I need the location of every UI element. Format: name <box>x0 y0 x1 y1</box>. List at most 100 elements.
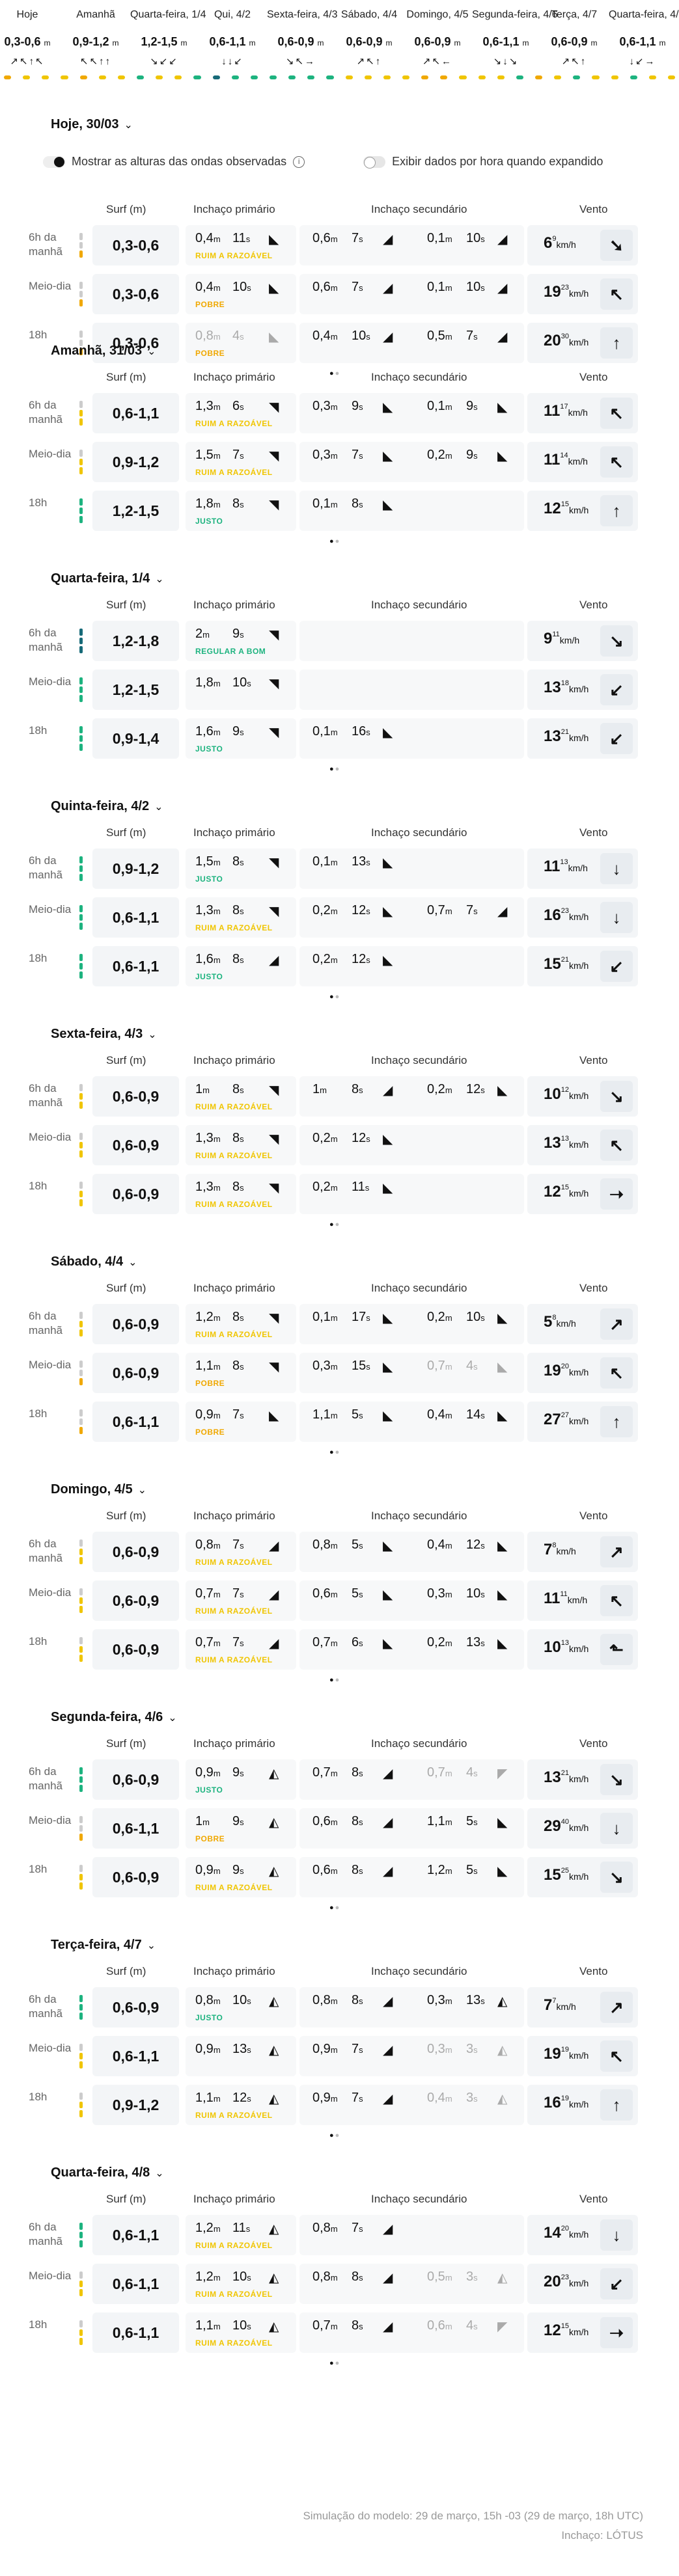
pagination-dots[interactable]: ●● <box>329 2359 340 2367</box>
observed-toggle[interactable] <box>43 156 65 168</box>
day-header[interactable]: Quinta-feira, 4/2 ⌄ <box>51 799 163 814</box>
dot-active[interactable]: ● <box>329 765 335 773</box>
forecast-row[interactable]: 18h 0,6-1,1 1,1m 10s ◭ RUIM A RAZOÁVEL 0,7m 8s ◢… <box>0 2312 679 2353</box>
dot[interactable]: ● <box>335 1676 341 1684</box>
strip-day[interactable]: Quarta-feira, 1/4 1,2-1,5 m ↘↙↙ <box>130 0 206 67</box>
dot[interactable]: ● <box>335 1448 341 1456</box>
day-header[interactable]: Segunda-feira, 4/6 ⌄ <box>51 1710 177 1725</box>
forecast-row[interactable]: 18h 0,6-1,1 1,6m 8s ◢ JUSTO 0,2m 12s ◣ 1521km/h ↙ <box>0 946 679 986</box>
forecast-row[interactable]: Meio-dia 0,6-1,1 0,9m 13s ◭ 0,9m 7s ◢ 0,3m 3s ◭ 191… <box>0 2036 679 2076</box>
dot[interactable]: ● <box>335 765 341 773</box>
rating-segment <box>79 1361 83 1368</box>
pagination-dots[interactable]: ●● <box>329 1221 340 1228</box>
primary-height: 0,8m <box>195 1538 221 1552</box>
forecast-row[interactable]: 6h da manhã 0,6-0,9 0,8m 7s ◢ RUIM A RAZOÁVEL… <box>0 1532 679 1572</box>
forecast-row[interactable]: Meio-dia 0,6-1,1 1m 9s ◭ POBRE 0,6m 8s ◢ 1,1m 5s ◣ 2… <box>0 1808 679 1849</box>
forecast-row[interactable]: 6h da manhã 0,6-0,9 0,8m 10s ◭ JUSTO 0,8m 8s ◢ 0,… <box>0 1987 679 2027</box>
dot[interactable]: ● <box>335 537 341 545</box>
wind-gust: 19 <box>561 2095 569 2102</box>
swell-direction-icon: ◢ <box>383 1994 393 2009</box>
secondary-swell: 0,6m 7s ◢ 0,1m 10s ◢ <box>299 274 524 314</box>
rating-label: RUIM A RAZOÁVEL <box>195 2290 273 2299</box>
dot-active[interactable]: ● <box>329 1448 335 1456</box>
day-header[interactable]: Quarta-feira, 1/4 ⌄ <box>51 571 164 586</box>
dot-active[interactable]: ● <box>329 1221 335 1228</box>
dot-active[interactable]: ● <box>329 537 335 545</box>
strip-day[interactable]: Sábado, 4/4 0,6-0,9 m ↗↖↑ <box>335 0 403 67</box>
forecast-row[interactable]: Meio-dia 0,3-0,6 0,4m 10s ◣ POBRE 0,6m 7s ◢ 0,1m 1… <box>0 274 679 314</box>
forecast-row[interactable]: 18h 0,6-0,9 0,9m 9s ◭ RUIM A RAZOÁVEL 0,6m 8s ◢ 1… <box>0 1857 679 1897</box>
forecast-row[interactable]: 6h da manhã 0,6-0,9 1m 8s ◥ RUIM A RAZOÁVEL 1m… <box>0 1076 679 1117</box>
wind-gust: 14 <box>560 452 568 459</box>
day-header[interactable]: Terça-feira, 4/7 ⌄ <box>51 1938 156 1953</box>
strip-day[interactable]: Sexta-feira, 4/3 0,6-0,9 m ↘↖→ <box>267 0 338 67</box>
day-header[interactable]: Domingo, 4/5 ⌄ <box>51 1482 146 1497</box>
dot[interactable]: ● <box>335 1221 341 1228</box>
forecast-row[interactable]: 6h da manhã 0,9-1,2 1,5m 8s ◥ JUSTO 0,1m 13s ◣ 11… <box>0 848 679 889</box>
strip-day[interactable]: Amanhã 0,9-1,2 m ↖↖↑↑ <box>62 0 130 67</box>
forecast-row[interactable]: Meio-dia 1,2-1,5 1,8m 10s ◥ 1318km/h ↙ <box>0 670 679 710</box>
dot[interactable]: ● <box>335 993 341 1001</box>
pagination-dots[interactable]: ●● <box>329 537 340 545</box>
forecast-row[interactable]: 6h da manhã 0,6-1,1 1,2m 11s ◭ RUIM A RAZOÁVE… <box>0 2215 679 2255</box>
dot[interactable]: ● <box>335 1904 341 1912</box>
strip-day-name: Qui, 4/2 <box>214 9 251 20</box>
rating-indicator <box>79 1995 83 2020</box>
secondary-period: 8s <box>352 496 363 511</box>
dot-active[interactable]: ● <box>329 993 335 1001</box>
forecast-row[interactable]: Meio-dia 0,6-0,9 0,7m 7s ◢ RUIM A RAZOÁVEL 0,6… <box>0 1580 679 1621</box>
strip-day[interactable]: Terça, 4/7 0,6-0,9 m ↗↖↑ <box>540 0 608 67</box>
hourly-toggle[interactable] <box>363 156 386 169</box>
dot-active[interactable]: ● <box>329 1676 335 1684</box>
pagination-dots[interactable]: ●● <box>329 993 340 1001</box>
primary-period: 8s <box>232 1082 244 1096</box>
forecast-row[interactable]: 18h 0,9-1,4 1,6m 9s ◥ JUSTO 0,1m 16s ◣ 1321km/h ↙ <box>0 718 679 759</box>
day-header[interactable]: Sábado, 4/4 ⌄ <box>51 1254 137 1269</box>
forecast-row[interactable]: 18h 0,6-0,9 0,7m 7s ◢ RUIM A RAZOÁVEL 0,7m 6s ◣ 0… <box>0 1629 679 1670</box>
forecast-row[interactable]: 6h da manhã 0,3-0,6 0,4m 11s ◣ RUIM A RAZOÁVE… <box>0 225 679 265</box>
day-section: Quarta-feira, 1/4 ⌄ Surf (m) Inchaço primár… <box>0 571 679 800</box>
swell-direction-icon: ◭ <box>269 2043 279 2057</box>
pagination-dots[interactable]: ●● <box>329 1676 340 1684</box>
day-header[interactable]: Sexta-feira, 4/3 ⌄ <box>51 1027 157 1042</box>
forecast-row[interactable]: Meio-dia 0,6-1,1 1,2m 10s ◭ RUIM A RAZOÁVEL 0,… <box>0 2264 679 2304</box>
forecast-row[interactable]: 18h 0,6-1,1 0,9m 7s ◣ POBRE 1,1m 5s ◣ 0,4m 14s ◣ 272… <box>0 1402 679 1442</box>
forecast-row[interactable]: Meio-dia 0,6-0,9 1,1m 8s ◥ POBRE 0,3m 15s ◣ 0,7m 4… <box>0 1353 679 1393</box>
day-header[interactable]: Amanhã, 31/03 ⌄ <box>51 344 156 359</box>
strip-day[interactable]: Quarta-feira, 4/8 0,6-1,1 m ↓↙→ <box>609 0 679 67</box>
swell-direction-icon: ◣ <box>269 1409 279 1423</box>
secondary-height: 0,1m <box>312 496 338 511</box>
forecast-row[interactable]: 18h 0,9-1,2 1,1m 12s ◭ RUIM A RAZOÁVEL 0,9m 7s ◢… <box>0 2085 679 2125</box>
pagination-dots[interactable]: ●● <box>329 1448 340 1456</box>
forecast-row[interactable]: 6h da manhã 0,6-0,9 1,2m 8s ◥ RUIM A RAZOÁVEL… <box>0 1304 679 1344</box>
forecast-row[interactable]: 6h da manhã 0,6-0,9 0,9m 9s ◭ JUSTO 0,7m 8s ◢ 0,7… <box>0 1759 679 1800</box>
strip-day[interactable]: Domingo, 4/5 0,6-0,9 m ↗↖← <box>404 0 471 67</box>
forecast-row[interactable]: Meio-dia 0,6-1,1 1,3m 8s ◥ RUIM A RAZOÁVEL 0,2… <box>0 897 679 938</box>
day-header[interactable]: Hoje, 30/03 ⌄ <box>51 117 133 132</box>
forecast-row[interactable]: Meio-dia 0,6-0,9 1,3m 8s ◥ RUIM A RAZOÁVEL 0,2… <box>0 1125 679 1165</box>
wind-unit: km/h <box>568 1644 589 1654</box>
forecast-row[interactable]: 6h da manhã 0,6-1,1 1,3m 6s ◥ RUIM A RAZOÁVEL… <box>0 393 679 433</box>
forecast-row[interactable]: 6h da manhã 1,2-1,8 2m 9s ◥ REGULAR A BOM 911k… <box>0 621 679 661</box>
dot[interactable]: ● <box>335 2359 341 2367</box>
time-label: Meio-dia <box>29 280 72 292</box>
dot[interactable]: ● <box>335 2132 341 2139</box>
dot-active[interactable]: ● <box>329 1904 335 1912</box>
forecast-row[interactable]: 18h 1,2-1,5 1,8m 8s ◥ JUSTO 0,1m 8s ◣ 1215km/h ↑ <box>0 491 679 531</box>
strip-day[interactable]: Hoje 0,3-0,6 m ↗↖↑↖ <box>0 0 61 67</box>
forecast-row[interactable]: Meio-dia 0,9-1,2 1,5m 7s ◥ RUIM A RAZOÁVEL 0,3… <box>0 442 679 482</box>
pagination-dots[interactable]: ●● <box>329 1904 340 1912</box>
pagination-dots[interactable]: ●● <box>329 2132 340 2139</box>
dot-active[interactable]: ● <box>329 2359 335 2367</box>
pagination-dots[interactable]: ●● <box>329 765 340 773</box>
rating-label: RUIM A RAZOÁVEL <box>195 419 273 428</box>
day-header[interactable]: Quarta-feira, 4/8 ⌄ <box>51 2165 164 2180</box>
strip-day[interactable]: Qui, 4/2 0,6-1,1 m ↓↓↙ <box>199 0 266 67</box>
info-icon[interactable]: i <box>293 156 305 168</box>
secondary-swell: 0,6m 8s ◢ 1,1m 5s ◣ <box>299 1808 524 1849</box>
dot-active[interactable]: ● <box>329 2132 335 2139</box>
strip-day[interactable]: Segunda-feira, 4/6 0,6-1,1 m ↘↓↘ <box>472 0 558 67</box>
forecast-row[interactable]: 18h 0,6-0,9 1,3m 8s ◥ RUIM A RAZOÁVEL 0,2m 11s ◣… <box>0 1174 679 1214</box>
rating-label: RUIM A RAZOÁVEL <box>195 2339 273 2348</box>
rating-segment <box>79 1092 83 1100</box>
